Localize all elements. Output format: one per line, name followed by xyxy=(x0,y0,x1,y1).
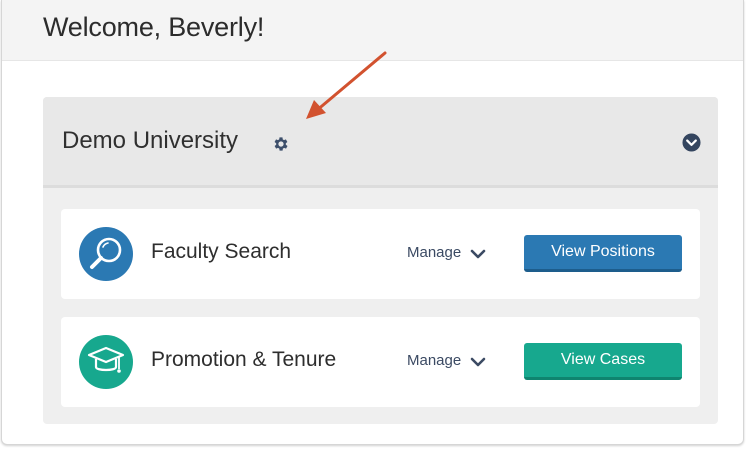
organization-name: Demo University xyxy=(62,127,239,154)
chevron-down-icon[interactable] xyxy=(470,355,486,369)
module-row-promotion-tenure: Promotion & Tenure Manage View Cases xyxy=(61,317,700,407)
welcome-title: Welcome, Beverly! xyxy=(43,12,265,42)
manage-dropdown[interactable]: Manage xyxy=(407,244,461,261)
module-title: Faculty Search xyxy=(151,240,292,263)
module-row-faculty-search: Faculty Search Manage View Positions xyxy=(61,209,700,299)
chevron-down-icon[interactable] xyxy=(470,247,486,261)
gear-icon[interactable] xyxy=(272,135,290,153)
organization-card: Demo University Faculty Search Manage Vi… xyxy=(43,97,718,424)
annotation-arrow-icon xyxy=(306,51,387,119)
dashboard-window: Welcome, Beverly! Demo University Facult… xyxy=(1,0,744,445)
chevron-circle-down-icon[interactable] xyxy=(682,133,701,152)
view-positions-button[interactable]: View Positions xyxy=(524,235,682,272)
graduation-cap-icon xyxy=(79,335,133,389)
view-cases-button[interactable]: View Cases xyxy=(524,343,682,380)
module-title: Promotion & Tenure xyxy=(151,348,337,371)
magnifier-icon xyxy=(79,227,133,281)
manage-dropdown[interactable]: Manage xyxy=(407,352,461,369)
